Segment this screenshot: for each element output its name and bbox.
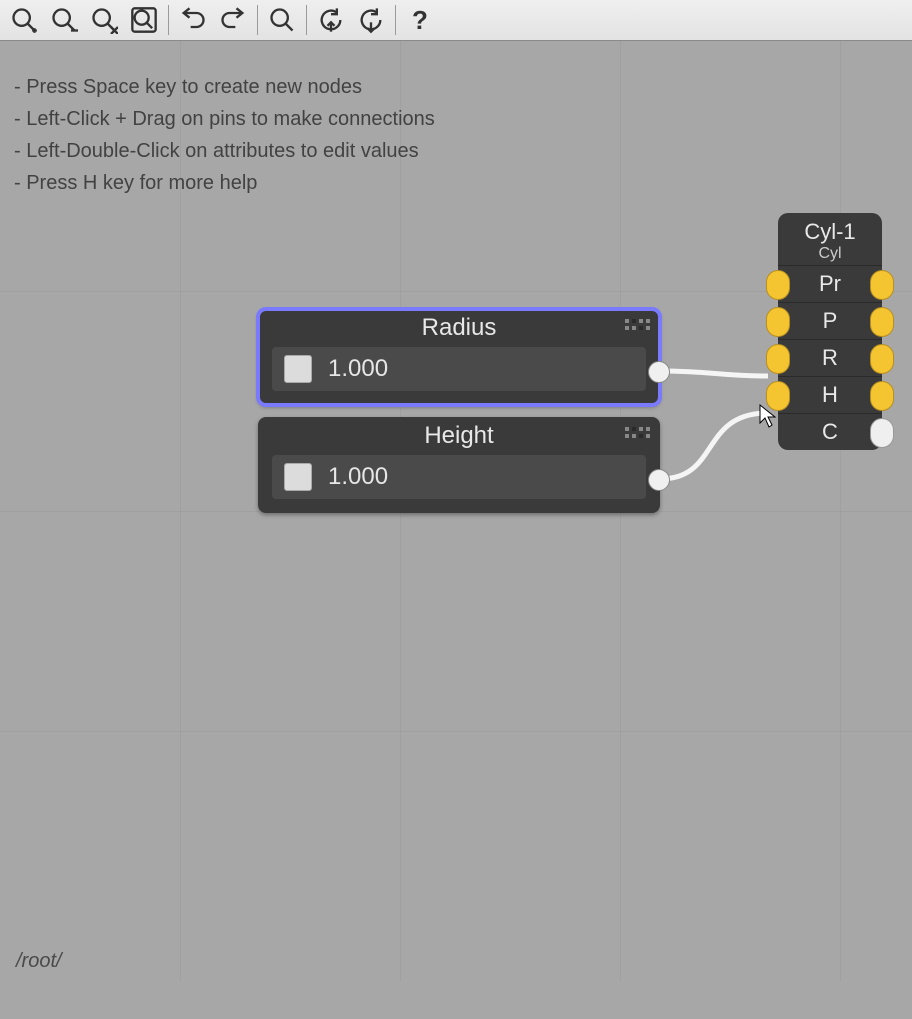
input-pin[interactable] — [766, 344, 790, 374]
output-pin[interactable] — [870, 418, 894, 448]
grip-icon — [625, 319, 650, 330]
output-pin[interactable] — [648, 469, 670, 491]
undo-icon — [179, 6, 207, 34]
pin-label: R — [822, 345, 838, 371]
toolbar-separator — [306, 5, 307, 35]
zoom-out-icon — [50, 6, 78, 34]
zoom-reset-button[interactable] — [84, 2, 124, 38]
cyl-row-h[interactable]: H — [778, 376, 882, 413]
node-cyl[interactable]: Cyl-1 Cyl Pr P R H C — [778, 213, 882, 450]
toolbar-separator — [168, 5, 169, 35]
pin-label: H — [822, 382, 838, 408]
refresh-up-icon — [317, 6, 345, 34]
cyl-row-p[interactable]: P — [778, 302, 882, 339]
cyl-row-c[interactable]: C — [778, 413, 882, 450]
pin-label: Pr — [819, 271, 841, 297]
help-line: - Press Space key to create new nodes — [14, 71, 435, 103]
node-height[interactable]: Height 1.000 — [258, 417, 660, 513]
output-pin[interactable] — [870, 344, 894, 374]
node-value[interactable]: 1.000 — [328, 463, 388, 491]
find-button[interactable] — [262, 2, 302, 38]
refresh-down-button[interactable] — [351, 2, 391, 38]
node-title: Height — [424, 422, 493, 450]
breadcrumb-path: /root/ — [16, 950, 62, 973]
zoom-out-button[interactable] — [44, 2, 84, 38]
zoom-in-button[interactable] — [4, 2, 44, 38]
grip-icon — [625, 427, 650, 438]
help-text: - Press Space key to create new nodes - … — [14, 71, 435, 199]
input-pin[interactable] — [766, 270, 790, 300]
output-pin[interactable] — [870, 270, 894, 300]
node-radius[interactable]: Radius 1.000 — [258, 309, 660, 405]
slider-thumb[interactable] — [284, 463, 312, 491]
cyl-row-pr[interactable]: Pr — [778, 265, 882, 302]
input-pin[interactable] — [766, 307, 790, 337]
help-icon: ? — [412, 5, 428, 36]
redo-icon — [219, 6, 247, 34]
node-header[interactable]: Radius — [258, 309, 660, 347]
node-value[interactable]: 1.000 — [328, 355, 388, 383]
node-subtitle: Cyl — [778, 245, 882, 263]
pin-label: C — [822, 419, 838, 445]
output-pin[interactable] — [870, 381, 894, 411]
cyl-row-r[interactable]: R — [778, 339, 882, 376]
toolbar: ? — [0, 0, 912, 41]
redo-button[interactable] — [213, 2, 253, 38]
node-header[interactable]: Height — [258, 417, 660, 455]
pin-label: P — [823, 308, 838, 334]
toolbar-separator — [395, 5, 396, 35]
zoom-fit-icon — [130, 6, 158, 34]
node-value-slider[interactable]: 1.000 — [272, 455, 646, 499]
help-line: - Press H key for more help — [14, 167, 435, 199]
output-pin[interactable] — [648, 361, 670, 383]
output-pin[interactable] — [870, 307, 894, 337]
node-title: Radius — [422, 314, 497, 342]
help-button[interactable]: ? — [400, 2, 440, 38]
node-title: Cyl-1 — [778, 219, 882, 245]
zoom-reset-icon — [90, 6, 118, 34]
zoom-in-icon — [10, 6, 38, 34]
undo-button[interactable] — [173, 2, 213, 38]
zoom-fit-button[interactable] — [124, 2, 164, 38]
help-line: - Left-Double-Click on attributes to edi… — [14, 135, 435, 167]
refresh-down-icon — [357, 6, 385, 34]
node-value-slider[interactable]: 1.000 — [272, 347, 646, 391]
refresh-up-button[interactable] — [311, 2, 351, 38]
slider-thumb[interactable] — [284, 355, 312, 383]
input-pin[interactable] — [766, 381, 790, 411]
help-line: - Left-Click + Drag on pins to make conn… — [14, 103, 435, 135]
node-header[interactable]: Cyl-1 Cyl — [778, 213, 882, 265]
toolbar-separator — [257, 5, 258, 35]
node-canvas[interactable]: - Press Space key to create new nodes - … — [0, 41, 912, 981]
magnifier-icon — [268, 6, 296, 34]
